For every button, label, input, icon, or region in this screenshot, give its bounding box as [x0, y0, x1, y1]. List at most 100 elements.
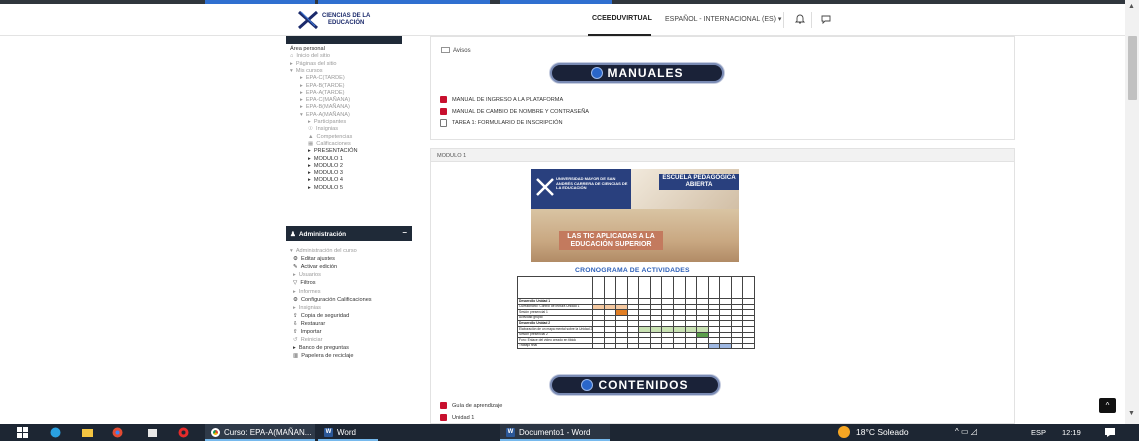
- scroll-down-arrow-icon[interactable]: ▼: [1128, 410, 1135, 417]
- cronograma-cell: [684, 342, 698, 350]
- cronograma-header-cell: [638, 276, 651, 299]
- sidebar-nav-item[interactable]: ▲ Competencias: [308, 134, 352, 141]
- nav-link-cceeduvirtual[interactable]: CCEEDUVIRTUAL: [592, 15, 652, 22]
- chat-icon[interactable]: [820, 13, 832, 25]
- sidebar-nav-item[interactable]: ▸ MODULO 3: [308, 170, 343, 177]
- resource-link[interactable]: MANUAL DE INGRESO A LA PLATAFORMA: [440, 96, 563, 103]
- opera-icon[interactable]: [178, 427, 189, 438]
- sidebar-nav-item[interactable]: ▾ EPA-A(MAÑANA): [300, 112, 350, 119]
- sidebar-nav-label: Área personal: [290, 46, 325, 52]
- cronograma-header-cell: [730, 276, 744, 299]
- chrome-icon[interactable]: [112, 427, 123, 438]
- cronograma-cell: [592, 342, 605, 350]
- edge-icon[interactable]: [50, 427, 61, 438]
- taskbar-task-browser[interactable]: Curso: EPA-A(MAÑAN...: [205, 424, 315, 441]
- scrollbar-thumb[interactable]: [1128, 36, 1137, 100]
- admin-menu-item[interactable]: ⇪ Copia de seguridad: [293, 313, 349, 320]
- admin-item-label: Importar: [300, 329, 322, 335]
- weather-label: 18°C Soleado: [856, 427, 909, 437]
- admin-menu-item[interactable]: ↺ Reiniciar: [293, 337, 322, 344]
- sidebar-nav-label: Páginas del sitio: [295, 60, 337, 67]
- image-university-text: UNIVERSIDAD MAYOR DE SAN ANDRÉS CARRERA …: [556, 176, 628, 191]
- resource-link[interactable]: TAREA 1: FORMULARIO DE INSCRIPCIÓN: [440, 119, 563, 127]
- admin-item-label: Administración del curso: [295, 248, 357, 254]
- image-course-title: LAS TIC APLICADAS A LA EDUCACIÓN SUPERIO…: [559, 231, 663, 251]
- admin-item-icon: ▾: [290, 248, 293, 254]
- sidebar-nav-item[interactable]: ⌂ Inicio del sitio: [290, 53, 330, 60]
- university-logo-icon: [536, 178, 554, 196]
- input-language[interactable]: ESP: [1031, 428, 1046, 437]
- tree-node-icon: ▲: [308, 133, 314, 140]
- sidebar-nav-item[interactable]: ▸ EPA-C(TARDE): [300, 75, 345, 82]
- resource-link[interactable]: MANUAL DE CAMBIO DE NOMBRE Y CONTRASEÑA: [440, 108, 589, 115]
- sidebar-nav-label: Insignias: [316, 126, 339, 133]
- sidebar-nav-item[interactable]: ▾ Mis cursos: [290, 68, 323, 75]
- admin-menu-item[interactable]: ▾ Administración del curso: [290, 248, 357, 255]
- taskbar-task-documento1[interactable]: W Documento1 - Word: [500, 424, 610, 441]
- weather-widget[interactable]: 18°C Soleado: [838, 426, 909, 438]
- admin-menu-item[interactable]: ▸ Informes: [293, 289, 321, 296]
- sidebar-nav-item[interactable]: ▸ Páginas del sitio: [290, 61, 337, 68]
- clock[interactable]: 12:19: [1062, 428, 1081, 437]
- admin-menu-item[interactable]: ▸ Insignias: [293, 305, 321, 312]
- admin-item-icon: ⚙: [293, 256, 299, 263]
- file-explorer-icon[interactable]: [82, 427, 93, 438]
- admin-menu-item[interactable]: ⚙ Configuración Calificaciones: [293, 297, 372, 304]
- notification-center-icon[interactable]: [1104, 427, 1116, 438]
- collapse-icon[interactable]: –: [403, 228, 407, 237]
- tree-node-icon: ▾: [290, 67, 293, 74]
- admin-item-label: Editar ajustes: [301, 256, 335, 263]
- sidebar-nav-item[interactable]: ▸ PRESENTACIÓN: [308, 148, 358, 155]
- avisos-forum-link[interactable]: Avisos: [441, 47, 471, 54]
- admin-menu-item[interactable]: ▽ Filtros: [293, 280, 316, 287]
- admin-item-label: Usuarios: [298, 272, 321, 279]
- cronograma-cell: [603, 342, 617, 350]
- admin-menu-item[interactable]: ✎ Activar edición: [293, 264, 337, 271]
- sidebar-nav-item[interactable]: ▸ Participantes: [308, 119, 346, 126]
- task-label: Word: [337, 428, 356, 437]
- sidebar-nav-item[interactable]: ☉ Insignias: [308, 126, 338, 133]
- tree-node-icon: ▦: [308, 140, 314, 147]
- course-section-modulo-1: MODULO 1 UNIVERSIDAD MAYOR DE SAN ANDRÉS…: [430, 148, 1015, 424]
- sidebar-nav-item[interactable]: ▸ MODULO 5: [308, 185, 343, 192]
- administration-block-header[interactable]: ♟ Administración –: [286, 226, 412, 241]
- language-selector[interactable]: ESPAÑOL - INTERNACIONAL (ES) ▾: [665, 15, 781, 23]
- admin-item-icon: ↺: [293, 337, 298, 344]
- site-logo[interactable]: CIENCIAS DE LA EDUCACIÓN: [297, 7, 383, 33]
- cronograma-cell: [615, 342, 628, 350]
- sidebar-nav-item[interactable]: ▸ EPA-B(MAÑANA): [300, 104, 350, 111]
- windows-start-icon[interactable]: [17, 427, 28, 438]
- taskbar-task-word[interactable]: W Word: [318, 424, 418, 441]
- logo-x-icon: [298, 10, 318, 30]
- store-icon[interactable]: [147, 427, 158, 438]
- sidebar-nav-item[interactable]: ▸ MODULO 2: [308, 163, 343, 170]
- bell-icon[interactable]: [794, 13, 806, 25]
- sidebar-nav-item[interactable]: Área personal: [290, 46, 325, 53]
- sidebar-nav-item[interactable]: ▸ EPA-A(TARDE): [300, 90, 344, 97]
- tree-node-icon: ▸: [308, 148, 311, 155]
- admin-menu-item[interactable]: ▥ Papelera de reciclaje: [293, 353, 354, 360]
- admin-item-label: Configuración Calificaciones: [301, 296, 372, 303]
- contenidos-banner: CONTENIDOS: [550, 375, 720, 395]
- admin-menu-item[interactable]: ⇩ Restaurar: [293, 321, 325, 328]
- admin-menu-item[interactable]: ▸ Usuarios: [293, 272, 321, 279]
- sidebar-nav-item[interactable]: ▸ MODULO 4: [308, 177, 343, 184]
- back-to-top-button[interactable]: ^: [1099, 398, 1116, 413]
- resource-label: MANUAL DE CAMBIO DE NOMBRE Y CONTRASEÑA: [452, 108, 589, 115]
- system-tray-icons[interactable]: ^ ▭ ◿: [955, 427, 977, 436]
- admin-menu-item[interactable]: ⚙ Editar ajustes: [293, 256, 335, 263]
- sidebar-nav-item[interactable]: ▦ Calificaciones: [308, 141, 351, 148]
- resource-link[interactable]: Unidad 1: [440, 414, 474, 421]
- admin-item-icon: ▽: [293, 280, 298, 287]
- nav-divider: [783, 12, 784, 28]
- resource-link[interactable]: Guía de aprendizaje: [440, 402, 502, 409]
- pdf-icon: [440, 96, 447, 103]
- cronograma-header-cell: [615, 276, 628, 299]
- admin-menu-item[interactable]: ⇧ Importar: [293, 329, 322, 336]
- scroll-up-arrow-icon[interactable]: ▲: [1128, 3, 1135, 10]
- site-navbar: CIENCIAS DE LA EDUCACIÓN CCEEDUVIRTUAL E…: [0, 4, 1125, 36]
- sidebar-nav-item[interactable]: ▸ MODULO 1: [308, 156, 343, 163]
- cronograma-activity-label: Trabajo final: [517, 342, 593, 350]
- sidebar-nav-item[interactable]: ▸ EPA-B(TARDE): [300, 83, 344, 90]
- admin-menu-item[interactable]: ▸ Banco de preguntas: [293, 345, 349, 352]
